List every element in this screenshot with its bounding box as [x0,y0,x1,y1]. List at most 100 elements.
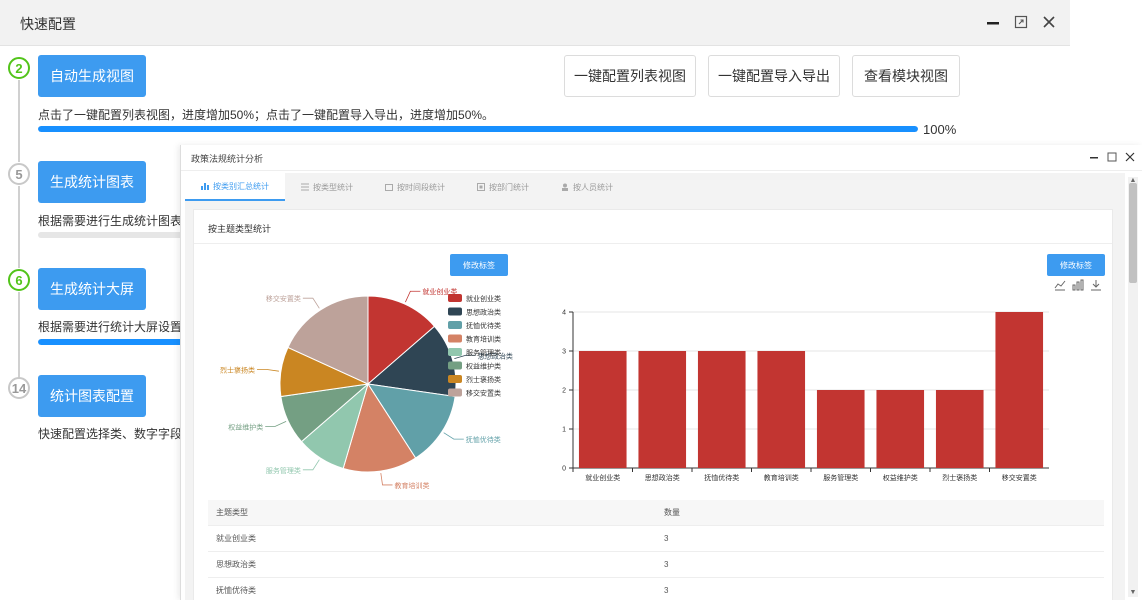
chart-config-button[interactable]: 统计图表配置 [38,375,146,417]
list-icon [301,183,309,191]
table-header-row: 主题类型 数量 [208,500,1104,526]
bar-chart-icon [201,183,209,190]
stats-window-title: 政策法规统计分析 [191,154,264,164]
legend-swatch[interactable] [448,307,462,316]
legend-label[interactable]: 服务管理类 [466,348,501,357]
config-list-view-button[interactable]: 一键配置列表视图 [564,55,696,97]
x-tick-label: 抚恤优待类 [704,473,739,482]
legend-label[interactable]: 思想政治类 [466,308,501,317]
y-tick-label: 1 [562,427,566,434]
legend-label[interactable]: 烈士褒扬类 [466,375,501,384]
card-title: 按主题类型统计 [208,224,272,234]
bar[interactable] [935,390,984,468]
scrollbar[interactable]: ▲ ▼ [1128,177,1138,597]
bar[interactable] [816,390,865,468]
legend-label[interactable]: 移交安置类 [466,389,501,398]
scroll-down-icon[interactable]: ▼ [1128,589,1138,597]
x-tick-label: 就业创业类 [585,473,620,482]
config-import-export-button[interactable]: 一键配置导入导出 [708,55,840,97]
tab-category-summary[interactable]: 按类别汇总统计 [185,173,285,201]
auto-generate-view-button[interactable]: 自动生成视图 [38,55,146,97]
table-cell: 抚恤优待类 [216,586,256,595]
pie-label-line [405,290,421,303]
step-progress-fill [38,126,918,132]
legend-label[interactable]: 权益维护类 [466,362,501,371]
pie-label-line [257,369,279,372]
legend-swatch[interactable] [448,388,462,397]
maximize-icon[interactable] [1012,12,1030,32]
stats-table: 主题类型 数量 就业创业类 3 思想政治类 3 抚恤优待类 3 [208,500,1104,600]
minimize-icon[interactable] [1088,150,1100,164]
legend-label[interactable]: 教育培训类 [466,335,501,344]
download-icon[interactable] [1090,279,1102,291]
tab-time-stats[interactable]: 按时间段统计 [369,173,461,201]
bar[interactable] [876,390,925,468]
pie-label: 服务管理类 [266,466,301,475]
generate-chart-button[interactable]: 生成统计图表 [38,161,146,203]
line-chart-icon[interactable] [1054,279,1066,291]
tab-type-stats[interactable]: 按类型统计 [285,173,369,201]
step-progress-fill [38,339,198,345]
bar[interactable] [757,351,806,468]
bar-chart-icon[interactable] [1072,279,1084,291]
x-tick-label: 教育培训类 [764,473,799,482]
x-tick-label: 思想政治类 [645,473,680,482]
table-cell: 3 [664,534,669,543]
bar[interactable] [995,312,1044,468]
legend-swatch[interactable] [448,334,462,343]
step-connector [18,186,20,268]
tab-department-stats[interactable]: 按部门统计 [461,173,545,201]
table-cell: 3 [664,586,669,595]
pie-label-line [265,421,287,427]
user-icon [562,183,568,191]
step-number: 2 [8,57,30,79]
scroll-thumb[interactable] [1129,183,1137,283]
y-tick-label: 4 [562,310,566,317]
close-icon[interactable] [1124,150,1136,164]
pie-chart: 就业创业类思想政治类抚恤优待类教育培训类服务管理类权益维护类烈士褒扬类移交安置类… [220,287,513,490]
table-cell: 就业创业类 [216,534,256,543]
step-progress-bar [38,232,198,238]
progress-percent: 100% [923,122,957,137]
table-cell: 3 [664,560,669,569]
legend-label[interactable]: 抚恤优待类 [466,321,501,330]
department-icon [477,183,485,191]
legend-swatch[interactable] [448,321,462,329]
bar-chart: 0 1 2 3 4 就业创业类 思想政治类 抚恤优待类 教育培训类 服务管理类 权益维护类 烈士褒扬类… [562,310,1049,482]
legend-label[interactable]: 就业创业类 [466,294,501,303]
maximize-icon[interactable] [1106,150,1118,164]
bar[interactable] [578,351,627,468]
calendar-icon [385,184,393,191]
legend-swatch[interactable] [448,348,462,356]
pie-label-line [302,459,320,471]
stats-card: 按主题类型统计 修改标签 修改标签 就业创业类 思想政治类 抚恤优待类 教育培训类 服务… [193,209,1113,600]
legend-swatch[interactable] [448,361,462,370]
close-icon[interactable] [1040,12,1058,32]
bar[interactable] [697,351,746,468]
y-tick-label: 2 [562,388,566,395]
y-tick-label: 0 [562,466,566,473]
x-tick-label: 烈士褒扬类 [942,473,977,482]
edit-tag-button[interactable]: 修改标签 [1047,254,1105,276]
x-tick-label: 权益维护类 [883,473,918,482]
minimize-icon[interactable] [984,12,1002,32]
tab-person-stats[interactable]: 按人员统计 [545,173,629,201]
legend-swatch[interactable] [448,294,462,302]
x-tick-label: 服务管理类 [823,473,858,482]
stats-window: 政策法规统计分析 按类别汇总统计 按类型统计 按时间段统计 按部门统计 按人员统… [180,145,1142,600]
pie-label: 权益维护类 [228,422,263,431]
window-title: 快速配置 [20,16,76,32]
step-connector [18,80,20,162]
step-number: 5 [8,163,30,185]
table-header-cell: 主题类型 [216,508,248,517]
pie-label: 移交安置类 [266,294,301,303]
table-cell: 思想政治类 [216,560,256,569]
generate-dashboard-button[interactable]: 生成统计大屏 [38,268,146,310]
window-header: 快速配置 [0,0,1070,46]
table-header-cell: 数量 [664,508,680,517]
stats-window-header: 政策法规统计分析 [181,145,1142,171]
bar[interactable] [638,351,687,468]
view-module-view-button[interactable]: 查看模块视图 [852,55,960,97]
stats-tabs: 按类别汇总统计 按类型统计 按时间段统计 按部门统计 按人员统计 [185,173,1125,201]
legend-swatch[interactable] [448,375,462,383]
